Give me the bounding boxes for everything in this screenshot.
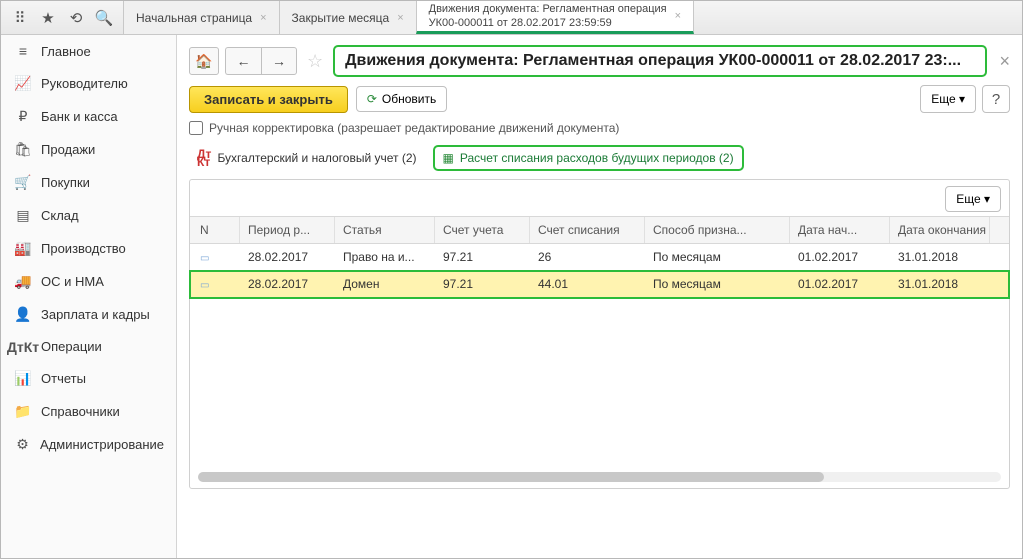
chart-icon: 📈 (13, 75, 33, 92)
grid-icon: ▤ (13, 207, 33, 224)
sidebar-item-purchases[interactable]: 🛒 Покупки (1, 166, 176, 199)
sidebar-item-label: Производство (41, 241, 126, 256)
sidebar-item-label: Справочники (41, 404, 120, 419)
sidebar-item-bank[interactable]: ₽ Банк и касса (1, 100, 176, 133)
sidebar-item-assets[interactable]: 🚚 ОС и НМА (1, 265, 176, 298)
home-button[interactable]: 🏠 (189, 47, 219, 75)
sidebar-item-label: Покупки (41, 175, 90, 190)
grid-container: Еще ▾ N Период р... Статья Счет учета Сч… (189, 179, 1010, 489)
sidebar-item-label: Продажи (41, 142, 95, 157)
dtkt-icon: ДтКт (13, 343, 33, 351)
sidebar-item-sales[interactable]: 🛍 Продажи (1, 133, 176, 166)
col-method[interactable]: Способ призна... (645, 217, 790, 243)
grid-header: N Период р... Статья Счет учета Счет спи… (190, 217, 1009, 244)
history-icon[interactable]: ⟲ (63, 5, 89, 31)
sidebar-item-label: ОС и НМА (41, 274, 104, 289)
manual-correction-label: Ручная корректировка (разрешает редактир… (209, 121, 619, 135)
tab-home[interactable]: Начальная страница× (123, 1, 280, 34)
row-icon: ▭ (200, 253, 209, 264)
sidebar-item-label: Зарплата и кадры (41, 307, 150, 322)
sidebar-item-reports[interactable]: 📊 Отчеты (1, 362, 176, 395)
col-n[interactable]: N (190, 217, 240, 243)
refresh-button[interactable]: ⟳Обновить (356, 86, 447, 112)
sidebar-item-admin[interactable]: ⚙ Администрирование (1, 428, 176, 461)
refresh-icon: ⟳ (367, 92, 377, 106)
search-icon[interactable]: 🔍 (91, 5, 117, 31)
table-row[interactable]: ▭ 28.02.2017 Право на и... 97.21 26 По м… (190, 244, 1009, 271)
col-start-date[interactable]: Дата нач... (790, 217, 890, 243)
tab-doc-movements[interactable]: Движения документа: Регламентная операци… (416, 1, 694, 34)
menu-icon: ≡ (13, 43, 33, 59)
sidebar-item-warehouse[interactable]: ▤ Склад (1, 199, 176, 232)
tab-deferred-expenses[interactable]: ▦ Расчет списания расходов будущих перио… (433, 145, 744, 171)
sidebar-item-production[interactable]: 🏭 Производство (1, 232, 176, 265)
row-icon: ▭ (200, 280, 209, 291)
manual-correction-checkbox[interactable] (189, 121, 203, 135)
sidebar-item-label: Администрирование (40, 437, 164, 452)
factory-icon: 🏭 (13, 240, 33, 257)
col-account[interactable]: Счет учета (435, 217, 530, 243)
sidebar-item-label: Главное (41, 44, 91, 59)
truck-icon: 🚚 (13, 273, 33, 290)
sidebar-item-label: Отчеты (41, 371, 86, 386)
sidebar-item-main[interactable]: ≡ Главное (1, 35, 176, 67)
forward-button[interactable]: → (261, 47, 297, 75)
close-page-button[interactable]: × (999, 51, 1010, 72)
favorite-icon[interactable]: ☆ (307, 51, 323, 72)
table-row[interactable]: ▭ 28.02.2017 Домен 97.21 44.01 По месяца… (190, 271, 1009, 298)
sidebar-item-label: Руководителю (41, 76, 128, 91)
reports-icon: 📊 (13, 370, 33, 387)
dtkt-icon: ДтКт (197, 150, 211, 166)
sidebar-item-salary[interactable]: 👤 Зарплата и кадры (1, 298, 176, 331)
close-icon[interactable]: × (260, 12, 266, 24)
ruble-icon: ₽ (13, 108, 33, 125)
sidebar-item-directories[interactable]: 📁 Справочники (1, 395, 176, 428)
page-title: Движения документа: Регламентная операци… (333, 45, 987, 77)
col-article[interactable]: Статья (335, 217, 435, 243)
sidebar-item-label: Операции (41, 339, 102, 354)
col-period[interactable]: Период р... (240, 217, 335, 243)
col-end-date[interactable]: Дата окончания (890, 217, 990, 243)
grid-more-button[interactable]: Еще ▾ (945, 186, 1001, 212)
tabs-container: Начальная страница× Закрытие месяца× Дви… (123, 1, 693, 34)
bag-icon: 🛍 (13, 141, 33, 158)
back-button[interactable]: ← (225, 47, 261, 75)
tab-closing[interactable]: Закрытие месяца× (279, 1, 417, 34)
apps-icon[interactable]: ⠿ (7, 5, 33, 31)
close-icon[interactable]: × (675, 10, 681, 22)
more-button[interactable]: Еще ▾ (920, 85, 976, 113)
cart-icon: 🛒 (13, 174, 33, 191)
table-icon: ▦ (443, 151, 454, 165)
folder-icon: 📁 (13, 403, 33, 420)
tab-accounting[interactable]: ДтКт Бухгалтерский и налоговый учет (2) (189, 146, 425, 170)
gear-icon: ⚙ (13, 436, 32, 453)
sidebar-item-label: Склад (41, 208, 79, 223)
person-icon: 👤 (13, 306, 33, 323)
sidebar-item-label: Банк и касса (41, 109, 118, 124)
col-writeoff-account[interactable]: Счет списания (530, 217, 645, 243)
close-icon[interactable]: × (397, 12, 403, 24)
sidebar: ≡ Главное 📈 Руководителю ₽ Банк и касса 🛍 Пр… (1, 35, 177, 558)
save-and-close-button[interactable]: Записать и закрыть (189, 86, 348, 113)
horizontal-scrollbar[interactable] (198, 472, 1001, 482)
star-icon[interactable]: ★ (35, 5, 61, 31)
sidebar-item-manager[interactable]: 📈 Руководителю (1, 67, 176, 100)
help-button[interactable]: ? (982, 85, 1010, 113)
sidebar-item-operations[interactable]: ДтКт Операции (1, 331, 176, 362)
